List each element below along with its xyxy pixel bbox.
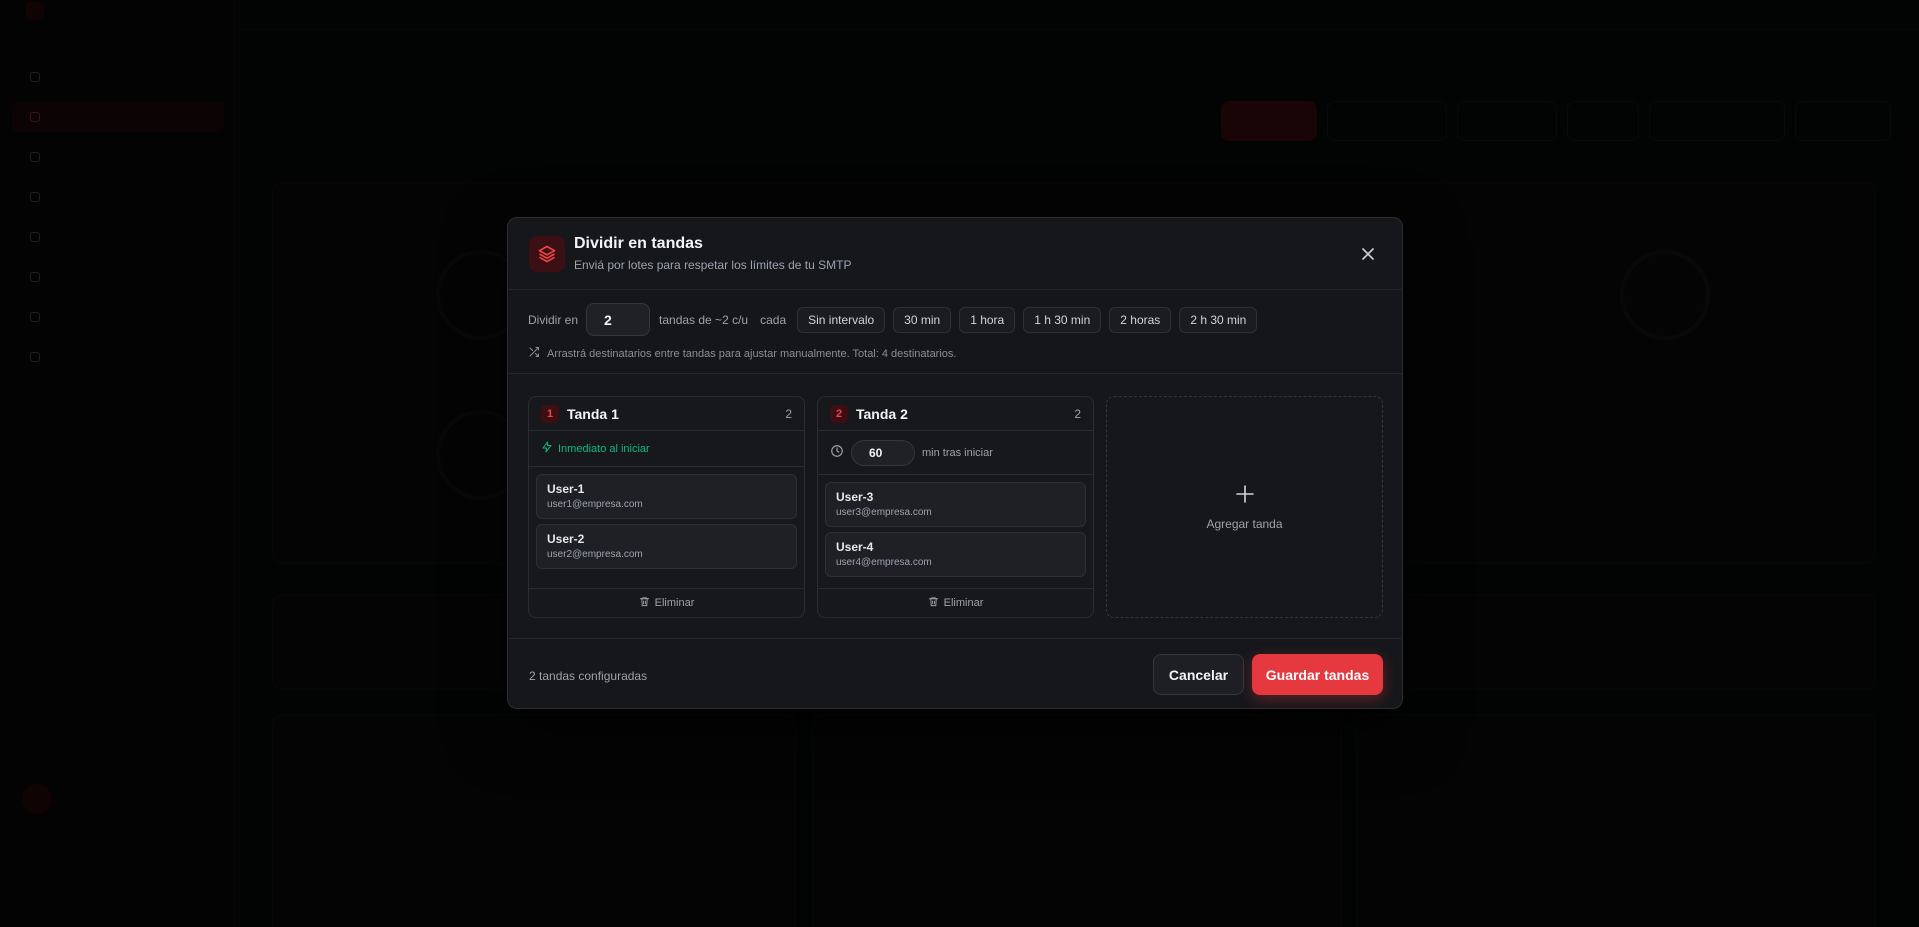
- batches-area: 1 Tanda 1 2 Inmediato al iniciar User-1 …: [508, 374, 1402, 638]
- recipient-item[interactable]: User-1 user1@empresa.com: [536, 474, 797, 519]
- split-label: Dividir en: [528, 312, 579, 327]
- modal-header: Dividir en tandas Enviá por lotes para r…: [508, 218, 1402, 290]
- batch-count: 2: [785, 406, 792, 421]
- interval-chip-30min[interactable]: 30 min: [893, 306, 952, 333]
- save-batches-button[interactable]: Guardar tandas: [1252, 654, 1383, 695]
- interval-chip-2h30[interactable]: 2 h 30 min: [1179, 306, 1258, 333]
- cancel-button[interactable]: Cancelar: [1153, 654, 1244, 695]
- batch-number: 2: [830, 404, 848, 423]
- per-batch-label: tandas de ~2 c/u: [659, 312, 749, 327]
- batch-count-input[interactable]: [586, 303, 651, 336]
- batch-header: 2 Tanda 2 2: [818, 397, 1093, 431]
- recipient-name: User-1: [547, 482, 585, 496]
- close-icon[interactable]: [1358, 244, 1378, 264]
- recipient-item[interactable]: User-2 user2@empresa.com: [536, 524, 797, 569]
- lightning-icon: [541, 441, 553, 456]
- batches-summary: 2 tandas configuradas: [529, 669, 648, 683]
- trash-icon: [928, 596, 939, 610]
- modal-footer: 2 tandas configuradas Cancelar Guardar t…: [508, 638, 1402, 710]
- interval-chip-none[interactable]: Sin intervalo: [797, 306, 886, 333]
- batch-name: Tanda 1: [567, 405, 619, 422]
- batch-card: 2 Tanda 2 2 min tras iniciar User-3 user…: [817, 396, 1094, 618]
- plus-icon: [1235, 484, 1255, 509]
- delay-minutes-input[interactable]: [851, 439, 915, 466]
- split-row: Dividir en tandas de ~2 c/u cada Sin int…: [528, 303, 1258, 336]
- recipient-email: user2@empresa.com: [547, 549, 643, 560]
- modal-title: Dividir en tandas: [574, 235, 703, 252]
- hint-text: Arrastrá destinatarios entre tandas para…: [547, 347, 957, 360]
- batch-header: 1 Tanda 1 2: [529, 397, 804, 431]
- interval-chip-2h[interactable]: 2 horas: [1109, 306, 1172, 333]
- add-batch-label: Agregar tanda: [1206, 516, 1283, 531]
- recipient-name: User-2: [547, 532, 585, 546]
- batch-split-modal: Dividir en tandas Enviá por lotes para r…: [507, 217, 1403, 709]
- batch-count: 2: [1074, 406, 1081, 421]
- trash-icon: [639, 596, 650, 610]
- recipient-list: User-3 user3@empresa.com User-4 user4@em…: [818, 475, 1093, 577]
- delay-label: min tras iniciar: [922, 446, 993, 459]
- recipient-item[interactable]: User-4 user4@empresa.com: [825, 532, 1086, 577]
- batch-timing: Inmediato al iniciar: [529, 431, 804, 467]
- timing-label: Inmediato al iniciar: [558, 442, 650, 455]
- recipient-name: User-3: [836, 490, 874, 504]
- batch-timing: min tras iniciar: [818, 431, 1093, 475]
- delete-batch-button[interactable]: Eliminar: [818, 588, 1093, 617]
- interval-chip-1h30[interactable]: 1 h 30 min: [1023, 306, 1102, 333]
- recipient-email: user1@empresa.com: [547, 499, 643, 510]
- recipient-list: User-1 user1@empresa.com User-2 user2@em…: [529, 467, 804, 569]
- clock-icon: [830, 444, 844, 461]
- delete-label: Eliminar: [654, 597, 695, 609]
- recipient-email: user3@empresa.com: [836, 507, 932, 518]
- drag-hint: Arrastrá destinatarios entre tandas para…: [528, 346, 956, 361]
- every-label: cada: [760, 312, 787, 327]
- batch-name: Tanda 2: [856, 405, 908, 422]
- recipient-item[interactable]: User-3 user3@empresa.com: [825, 482, 1086, 527]
- delete-label: Eliminar: [943, 597, 984, 609]
- split-controls: Dividir en tandas de ~2 c/u cada Sin int…: [508, 290, 1402, 374]
- add-batch-button[interactable]: Agregar tanda: [1106, 396, 1383, 618]
- recipient-email: user4@empresa.com: [836, 557, 932, 568]
- interval-chip-1h[interactable]: 1 hora: [959, 306, 1016, 333]
- recipient-name: User-4: [836, 540, 874, 554]
- batch-number: 1: [541, 404, 559, 423]
- delete-batch-button[interactable]: Eliminar: [529, 588, 804, 617]
- batch-card: 1 Tanda 1 2 Inmediato al iniciar User-1 …: [528, 396, 805, 618]
- shuffle-icon: [528, 346, 540, 361]
- modal-subtitle: Enviá por lotes para respetar los límite…: [574, 258, 852, 272]
- layers-icon: [529, 236, 565, 272]
